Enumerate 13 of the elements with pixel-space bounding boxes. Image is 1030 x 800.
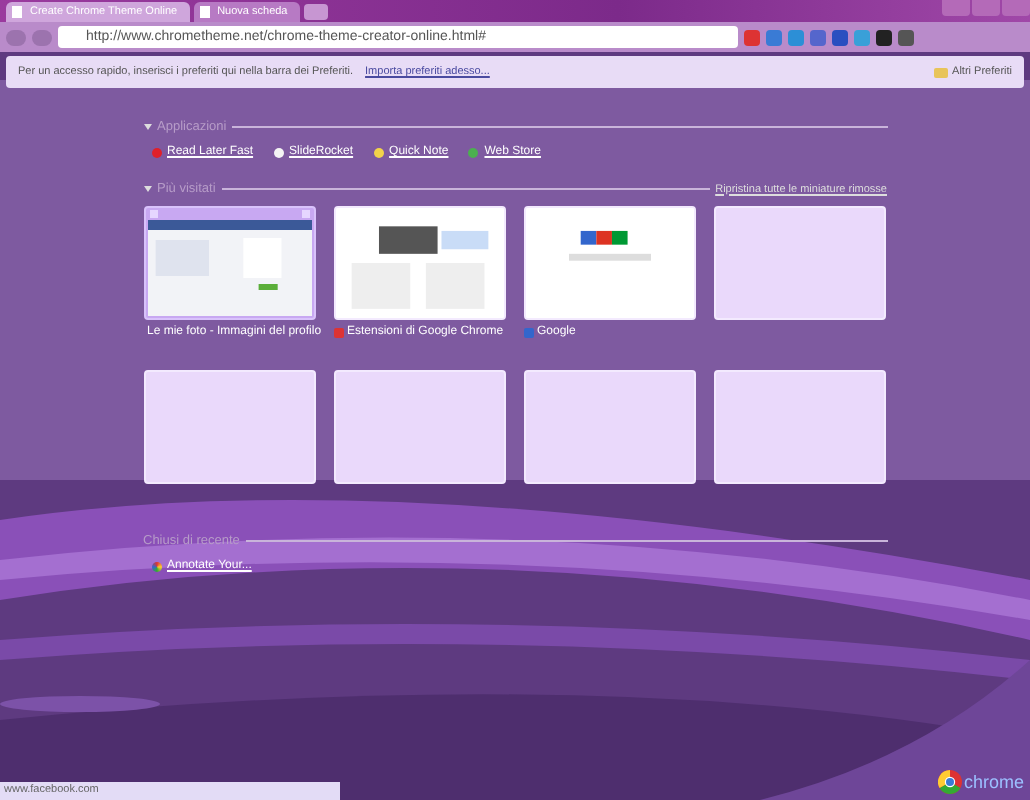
maximize-button[interactable] (972, 0, 1000, 16)
collapse-icon[interactable] (143, 124, 151, 130)
chrome-logo-icon (937, 770, 962, 794)
new-tab-button[interactable] (303, 3, 328, 19)
site-icon (333, 327, 343, 337)
collapse-icon[interactable] (143, 186, 151, 192)
reload-button[interactable] (32, 29, 52, 45)
minimize-button[interactable] (942, 0, 970, 16)
logo-text: chrome (963, 772, 1024, 792)
thumbnail[interactable] (143, 206, 315, 320)
back-button[interactable] (6, 29, 26, 45)
close-button[interactable] (1002, 0, 1030, 16)
site-icon (523, 327, 533, 337)
